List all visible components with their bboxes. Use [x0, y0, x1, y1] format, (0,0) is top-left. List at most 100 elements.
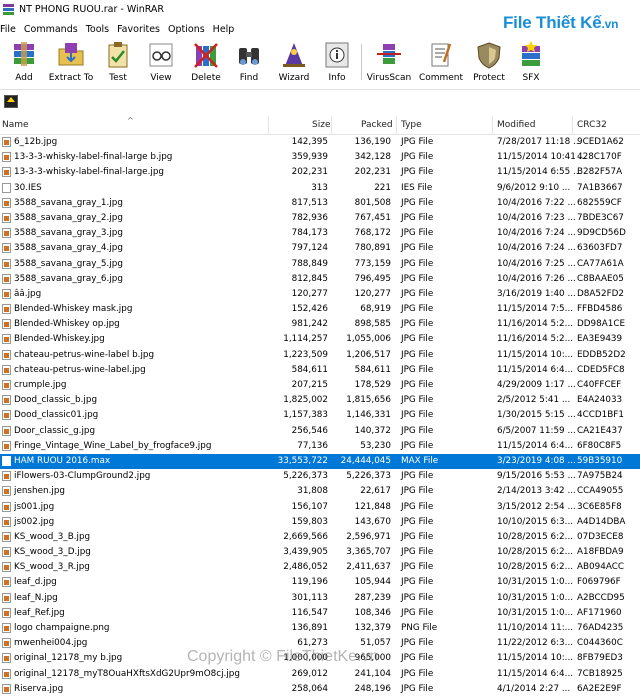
protect-button[interactable]: Protect [471, 40, 507, 86]
file-row[interactable]: 6_12b.jpg 142,395 136,190 JPG File 7/28/2017… [0, 135, 640, 150]
menu-help[interactable]: Help [213, 24, 240, 35]
menu-tools[interactable]: Tools [86, 24, 114, 35]
file-type: JPG File [401, 653, 434, 664]
file-modified: 10/4/2016 7:25 ... [497, 258, 576, 269]
up-folder-icon[interactable] [4, 95, 18, 108]
file-name: Blended-Whiskey.jpg [14, 334, 105, 345]
find-label: Find [239, 73, 259, 83]
header-size[interactable]: Size [312, 120, 330, 130]
header-divider[interactable] [331, 116, 332, 134]
menu-options[interactable]: Options [168, 24, 210, 35]
menu-favorites[interactable]: Favorites [117, 24, 165, 35]
file-row[interactable]: KS_wood_3_D.jpg 3,439,905 3,365,707 JPG Fil… [0, 545, 640, 560]
file-type: JPG File [401, 137, 434, 147]
header-divider[interactable] [268, 116, 269, 134]
file-modified: 10/28/2015 6:2... [497, 531, 574, 542]
file-row[interactable]: Riserva.jpg 258,064 248,196 JPG File 4/1/201… [0, 682, 640, 697]
file-name: HAM RUOU 2016.max [14, 455, 111, 466]
file-row[interactable]: Fringe_Vintage_Wine_Label_by_frogface9.j… [0, 439, 640, 454]
sfx-button[interactable]: SFX [516, 40, 546, 86]
file-row[interactable]: Blended-Whiskey.jpg 1,114,257 1,055,006 JPG… [0, 332, 640, 347]
file-name: js002.jpg [14, 516, 55, 527]
file-row[interactable]: leaf_Ref.jpg 116,547 108,346 JPG File 10/31/… [0, 606, 640, 621]
file-row[interactable]: jenshen.jpg 31,808 22,617 JPG File 2/14/2013… [0, 484, 640, 499]
test-button[interactable]: Test [101, 40, 135, 86]
image-file-icon [2, 516, 11, 527]
file-row[interactable]: Blended-Whiskey mask.jpg 152,426 68,919 JPG… [0, 302, 640, 317]
file-row[interactable]: leaf_d.jpg 119,196 105,944 JPG File 10/31/20… [0, 575, 640, 590]
file-row[interactable]: logo champaigne.png 136,891 132,379 PNG Fil… [0, 621, 640, 636]
header-divider[interactable] [396, 116, 397, 134]
header-name[interactable]: Name [2, 120, 29, 130]
column-header: ^ Name Size Packed Type Modified CRC32 [0, 116, 640, 135]
header-divider[interactable] [492, 116, 493, 134]
menu-file[interactable]: File [0, 24, 21, 35]
file-modified: 3/15/2012 2:54 ... [497, 501, 576, 512]
file-type: JPG File [401, 364, 434, 375]
virus-scan-icon [377, 44, 401, 64]
file-row[interactable]: 13-3-3-whisky-label-final-large.jpg 202,2… [0, 165, 640, 180]
file-row[interactable]: 3588_savana_gray_3.jpg 784,173 768,172 JPG … [0, 226, 640, 241]
file-row[interactable]: 3588_savana_gray_6.jpg 812,845 796,495 JPG … [0, 272, 640, 287]
file-row[interactable]: Dood_classic01.jpg 1,157,383 1,146,331 JPG … [0, 408, 640, 423]
file-row[interactable]: HAM RUOU 2016.max 33,553,722 24,444,045 MAX… [0, 453, 640, 470]
file-row[interactable]: js002.jpg 159,803 143,670 JPG File 10/10/201… [0, 515, 640, 530]
file-modified: 11/15/2014 6:4... [497, 668, 574, 679]
image-file-icon [2, 212, 11, 223]
file-size: 119,196 [291, 577, 328, 588]
toolbar: Add Extract To Test View Delete Find Wiz… [0, 38, 640, 88]
file-size: 258,064 [291, 683, 328, 694]
file-row[interactable]: js001.jpg 156,107 121,848 JPG File 3/15/2012… [0, 500, 640, 515]
file-row[interactable]: 3588_savana_gray_2.jpg 782,936 767,451 JPG … [0, 211, 640, 226]
comment-button[interactable]: Comment [417, 40, 465, 86]
file-name: leaf_N.jpg [14, 592, 58, 603]
file-row[interactable]: Blended-Whiskey op.jpg 981,242 898,585 JPG … [0, 317, 640, 332]
image-file-icon [2, 455, 11, 466]
file-packed: 143,670 [354, 516, 391, 527]
file-crc: A4D14DBA [577, 516, 626, 527]
file-row[interactable]: 3588_savana_gray_4.jpg 797,124 780,891 JPG … [0, 241, 640, 256]
file-row[interactable]: iFlowers-03-ClumpGround2.jpg 5,226,373 5,2… [0, 469, 640, 484]
file-name: 3588_savana_gray_4.jpg [14, 243, 123, 254]
info-button[interactable]: Info [322, 40, 352, 86]
header-crc[interactable]: CRC32 [577, 120, 607, 130]
find-button[interactable]: Find [231, 40, 267, 86]
file-row[interactable]: ââ.jpg 120,277 120,277 JPG File 3/16/2019 1:… [0, 287, 640, 302]
file-row[interactable]: Door_classic_g.jpg 256,546 140,372 JPG File… [0, 424, 640, 439]
file-crc: 428C170F [577, 152, 622, 163]
header-packed[interactable]: Packed [361, 120, 393, 130]
header-modified[interactable]: Modified [497, 120, 535, 130]
file-row[interactable]: original_12178_myT8OuaHXftsXdG2Upr9mO8cj… [0, 667, 640, 682]
virusscan-button[interactable]: VirusScan [367, 40, 411, 86]
file-row[interactable]: chateau-petrus-wine-label.jpg 584,611 584,… [0, 363, 640, 378]
file-row[interactable]: 30.IES 313 221 IES File 9/6/2012 9:10 ... 7A1… [0, 181, 640, 196]
file-row[interactable]: chateau-petrus-wine-label b.jpg 1,223,509… [0, 348, 640, 363]
file-type: JPG File [401, 334, 434, 345]
extract-to-label: Extract To [48, 73, 94, 83]
image-file-icon [2, 683, 11, 694]
file-packed: 105,944 [354, 577, 391, 588]
file-packed: 767,451 [354, 212, 391, 223]
delete-button[interactable]: Delete [188, 40, 224, 86]
file-type: MAX File [401, 455, 439, 466]
file-row[interactable]: Dood_classic_b.jpg 1,825,002 1,815,656 JPG … [0, 393, 640, 408]
file-name: leaf_d.jpg [14, 577, 57, 588]
file-row[interactable]: crumple.jpg 207,215 178,529 JPG File 4/29/20… [0, 378, 640, 393]
wizard-button[interactable]: Wizard [274, 40, 314, 86]
view-button[interactable]: View [143, 40, 179, 86]
add-button[interactable]: Add [5, 40, 43, 86]
file-type: JPG File [401, 152, 434, 163]
file-row[interactable]: 13-3-3-whisky-label-final-large b.jpg 359… [0, 150, 640, 165]
file-type: JPG File [401, 668, 434, 679]
header-type[interactable]: Type [401, 120, 422, 130]
header-divider[interactable] [572, 116, 573, 134]
file-type: JPG File [401, 516, 434, 527]
file-row[interactable]: 3588_savana_gray_1.jpg 817,513 801,508 JPG … [0, 196, 640, 211]
file-row[interactable]: KS_wood_3_B.jpg 2,669,566 2,596,971 JPG Fil… [0, 530, 640, 545]
menu-commands[interactable]: Commands [24, 24, 83, 35]
file-row[interactable]: KS_wood_3_R.jpg 2,486,052 2,411,637 JPG Fil… [0, 560, 640, 575]
file-row[interactable]: 3588_savana_gray_5.jpg 788,849 773,159 JPG … [0, 257, 640, 272]
extract-to-button[interactable]: Extract To [48, 40, 94, 86]
file-type: JPG File [401, 197, 434, 208]
file-row[interactable]: leaf_N.jpg 301,113 287,239 JPG File 10/31/20… [0, 591, 640, 606]
